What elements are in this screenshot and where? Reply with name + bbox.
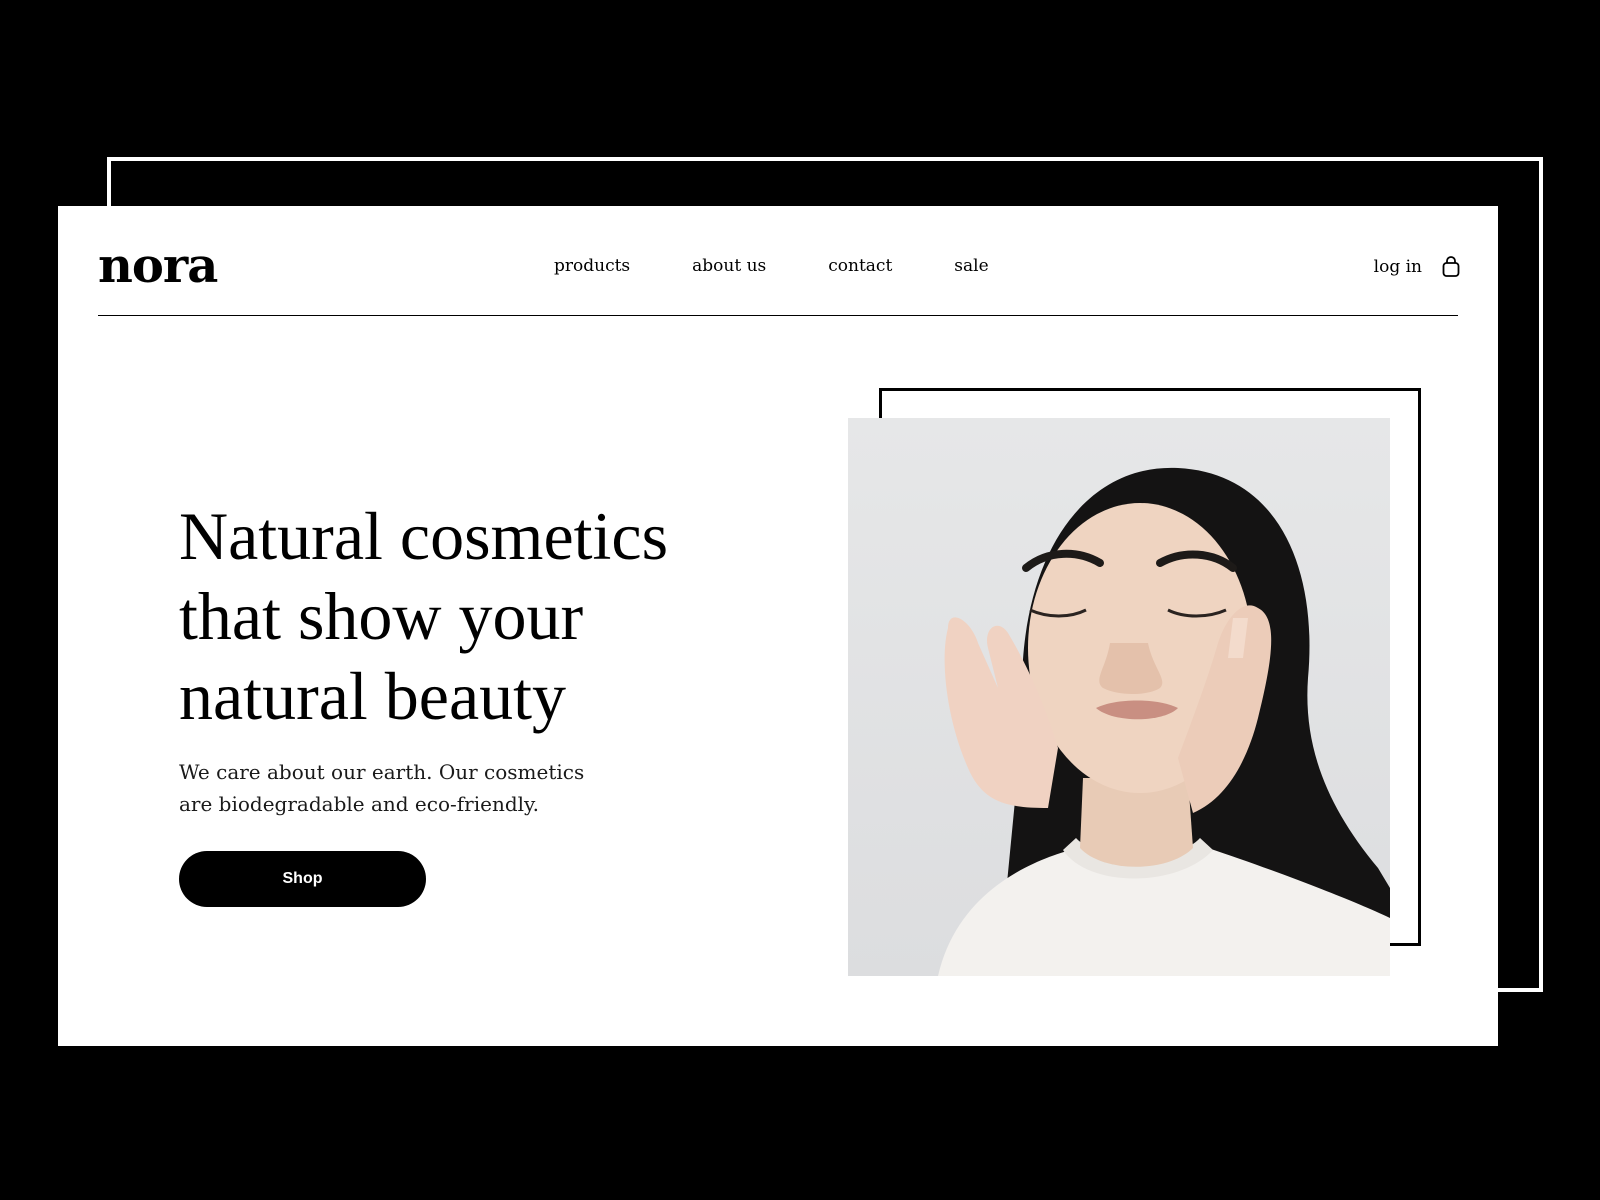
nav-item-sale[interactable]: sale (954, 256, 988, 276)
shopping-bag-icon[interactable] (1442, 256, 1460, 278)
shop-button[interactable]: Shop (179, 851, 426, 907)
header-divider (98, 315, 1458, 316)
hero-photo (848, 418, 1390, 976)
main-nav: products about us contact sale (554, 256, 1051, 276)
hero-description: We care about our earth. Our cosmetics a… (179, 760, 585, 816)
brand-logo[interactable]: nora (98, 242, 218, 290)
nav-item-products[interactable]: products (554, 256, 630, 276)
woman-portrait-image (848, 418, 1390, 976)
landing-page: nora products about us contact sale log … (58, 206, 1498, 1046)
login-link[interactable]: log in (1374, 257, 1422, 277)
presentation-stage: nora products about us contact sale log … (0, 0, 1600, 1200)
nav-item-contact[interactable]: contact (828, 256, 892, 276)
header-actions: log in (1374, 256, 1460, 278)
nav-item-about-us[interactable]: about us (692, 256, 766, 276)
hero-title: Natural cosmetics that show your natural… (179, 498, 669, 734)
